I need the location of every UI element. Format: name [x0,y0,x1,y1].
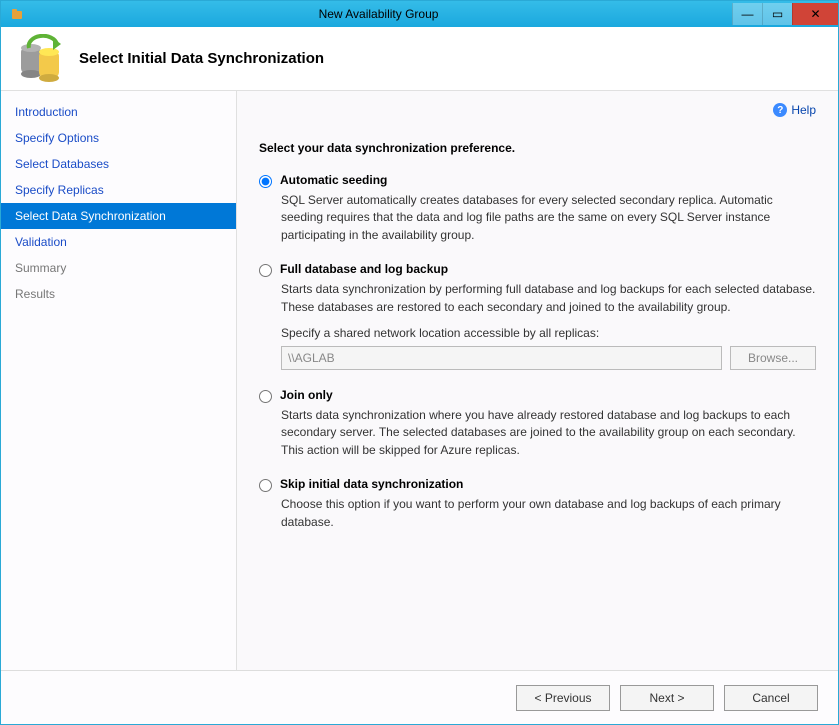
wizard-body: Introduction Specify Options Select Data… [1,91,838,670]
option-label-full-backup: Full database and log backup [280,262,448,276]
window-controls: — ▭ ✕ [732,3,838,25]
wizard-footer: < Previous Next > Cancel [1,670,838,724]
option-label-join-only: Join only [280,388,333,402]
option-desc-skip-sync: Choose this option if you want to perfor… [281,496,816,531]
radio-full-backup[interactable] [259,264,272,277]
sidebar-item-summary: Summary [1,255,236,281]
shared-path-label: Specify a shared network location access… [281,326,816,340]
sidebar-item-select-databases[interactable]: Select Databases [1,151,236,177]
option-join-only: Join only Starts data synchronization wh… [259,388,816,459]
next-button[interactable]: Next > [620,685,714,711]
sidebar-item-validation[interactable]: Validation [1,229,236,255]
option-automatic-seeding: Automatic seeding SQL Server automatical… [259,173,816,244]
option-label-skip-sync: Skip initial data synchronization [280,477,463,491]
wizard-header: Select Initial Data Synchronization [1,27,838,91]
database-sync-icon [19,36,65,82]
option-desc-full-backup: Starts data synchronization by performin… [281,281,816,316]
cancel-button[interactable]: Cancel [724,685,818,711]
option-desc-join-only: Starts data synchronization where you ha… [281,407,816,459]
sidebar-item-specify-options[interactable]: Specify Options [1,125,236,151]
sidebar-item-introduction[interactable]: Introduction [1,99,236,125]
wizard-content: ? Help Select your data synchronization … [237,91,838,670]
window-title: New Availability Group [25,7,732,21]
titlebar[interactable]: New Availability Group — ▭ ✕ [1,1,838,27]
close-button[interactable]: ✕ [792,3,838,25]
radio-skip-sync[interactable] [259,479,272,492]
radio-join-only[interactable] [259,390,272,403]
option-desc-automatic-seeding: SQL Server automatically creates databas… [281,192,816,244]
help-link[interactable]: ? Help [773,103,816,117]
app-icon [9,6,25,22]
wizard-window: New Availability Group — ▭ ✕ Select Init… [0,0,839,725]
sidebar-item-select-data-synchronization[interactable]: Select Data Synchronization [1,203,236,229]
option-label-automatic-seeding: Automatic seeding [280,173,387,187]
shared-path-input [281,346,722,370]
option-full-backup: Full database and log backup Starts data… [259,262,816,370]
radio-automatic-seeding[interactable] [259,175,272,188]
sidebar-item-results: Results [1,281,236,307]
option-skip-sync: Skip initial data synchronization Choose… [259,477,816,531]
content-heading: Select your data synchronization prefere… [259,141,816,155]
wizard-sidebar: Introduction Specify Options Select Data… [1,91,237,670]
minimize-button[interactable]: — [732,3,762,25]
page-title: Select Initial Data Synchronization [79,50,324,67]
help-icon: ? [773,103,787,117]
help-label: Help [791,103,816,117]
previous-button[interactable]: < Previous [516,685,610,711]
browse-button: Browse... [730,346,816,370]
maximize-button[interactable]: ▭ [762,3,792,25]
sidebar-item-specify-replicas[interactable]: Specify Replicas [1,177,236,203]
